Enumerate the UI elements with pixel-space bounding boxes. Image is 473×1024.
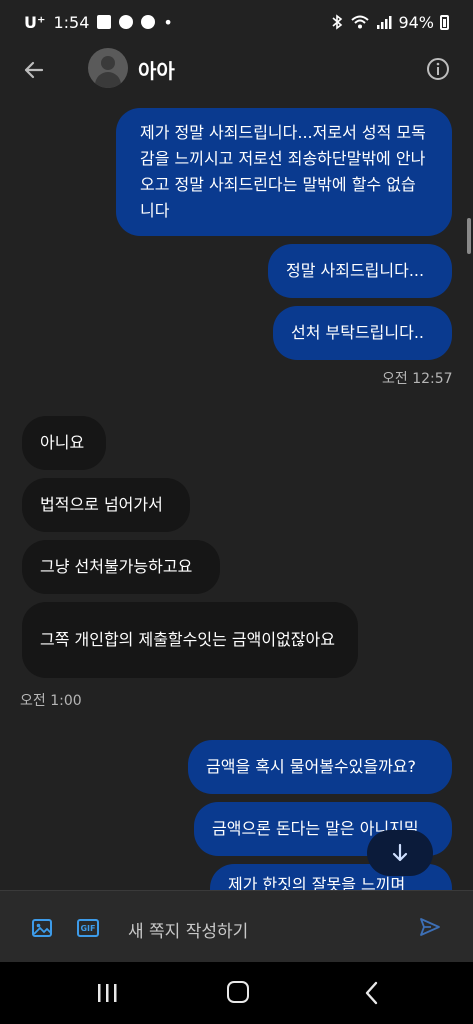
contact-avatar[interactable] (88, 48, 128, 88)
message-list[interactable]: 제가 정말 사죄드립니다...저로서 성적 모독감을 느끼시고 저로선 죄송하단… (0, 100, 473, 890)
chat-header: 아아 (0, 44, 473, 100)
facebook-notification-icon (141, 15, 156, 29)
incoming-message[interactable]: 그쪽 개인합의 제출할수잇는 금액이없잖아요 (22, 602, 358, 678)
send-icon[interactable] (418, 915, 442, 939)
status-bar: U⁺ 1:54 • 94% (0, 0, 473, 44)
signal-icon (377, 16, 392, 29)
info-icon[interactable] (425, 56, 451, 82)
outgoing-message[interactable]: 제가 정말 사죄드립니다...저로서 성적 모독감을 느끼시고 저로선 죄송하단… (116, 108, 452, 236)
gallery-notification-icon (97, 15, 112, 29)
nav-back-icon[interactable] (360, 980, 384, 1006)
avatar-body (95, 72, 121, 88)
recent-apps-icon[interactable] (95, 982, 119, 1004)
gif-button[interactable]: GIF (77, 919, 99, 937)
incoming-message[interactable]: 아니요 (22, 416, 106, 470)
timestamp: 오전 12:57 (382, 371, 453, 387)
bluetooth-icon (332, 14, 343, 30)
more-notifications-dot: • (163, 12, 173, 32)
pill-notification-icon (119, 15, 134, 29)
message-input[interactable]: 새 쪽지 작성하기 (128, 917, 248, 942)
incoming-message[interactable]: 법적으로 넘어가서 (22, 478, 190, 532)
arrow-down-icon (392, 843, 408, 862)
status-right: 94% (330, 13, 449, 32)
system-nav-bar (0, 962, 473, 1024)
outgoing-message[interactable]: 금액을 혹시 물어볼수있을까요? (188, 740, 452, 794)
image-attach-icon[interactable] (31, 917, 53, 939)
outgoing-message[interactable]: 선처 부탁드립니다.. (273, 306, 452, 360)
battery-percent: 94% (398, 12, 434, 32)
status-left: U⁺ 1:54 • (24, 13, 173, 32)
avatar-head (101, 56, 115, 70)
outgoing-message[interactable]: 정말 사죄드립니다... (268, 244, 452, 298)
back-arrow-icon[interactable] (20, 56, 48, 84)
message-composer: GIF 새 쪽지 작성하기 (0, 890, 473, 962)
contact-name[interactable]: 아아 (138, 55, 175, 84)
timestamp: 오전 1:00 (20, 693, 82, 709)
battery-icon (440, 14, 449, 30)
scroll-to-bottom-button[interactable] (367, 830, 433, 876)
carrier-label: U⁺ (24, 12, 46, 32)
home-button[interactable] (227, 981, 249, 1003)
wifi-icon (351, 15, 370, 29)
scrollbar-thumb[interactable] (467, 218, 471, 254)
incoming-message[interactable]: 그냥 선처불가능하고요 (22, 540, 220, 594)
status-time: 1:54 (53, 12, 90, 32)
